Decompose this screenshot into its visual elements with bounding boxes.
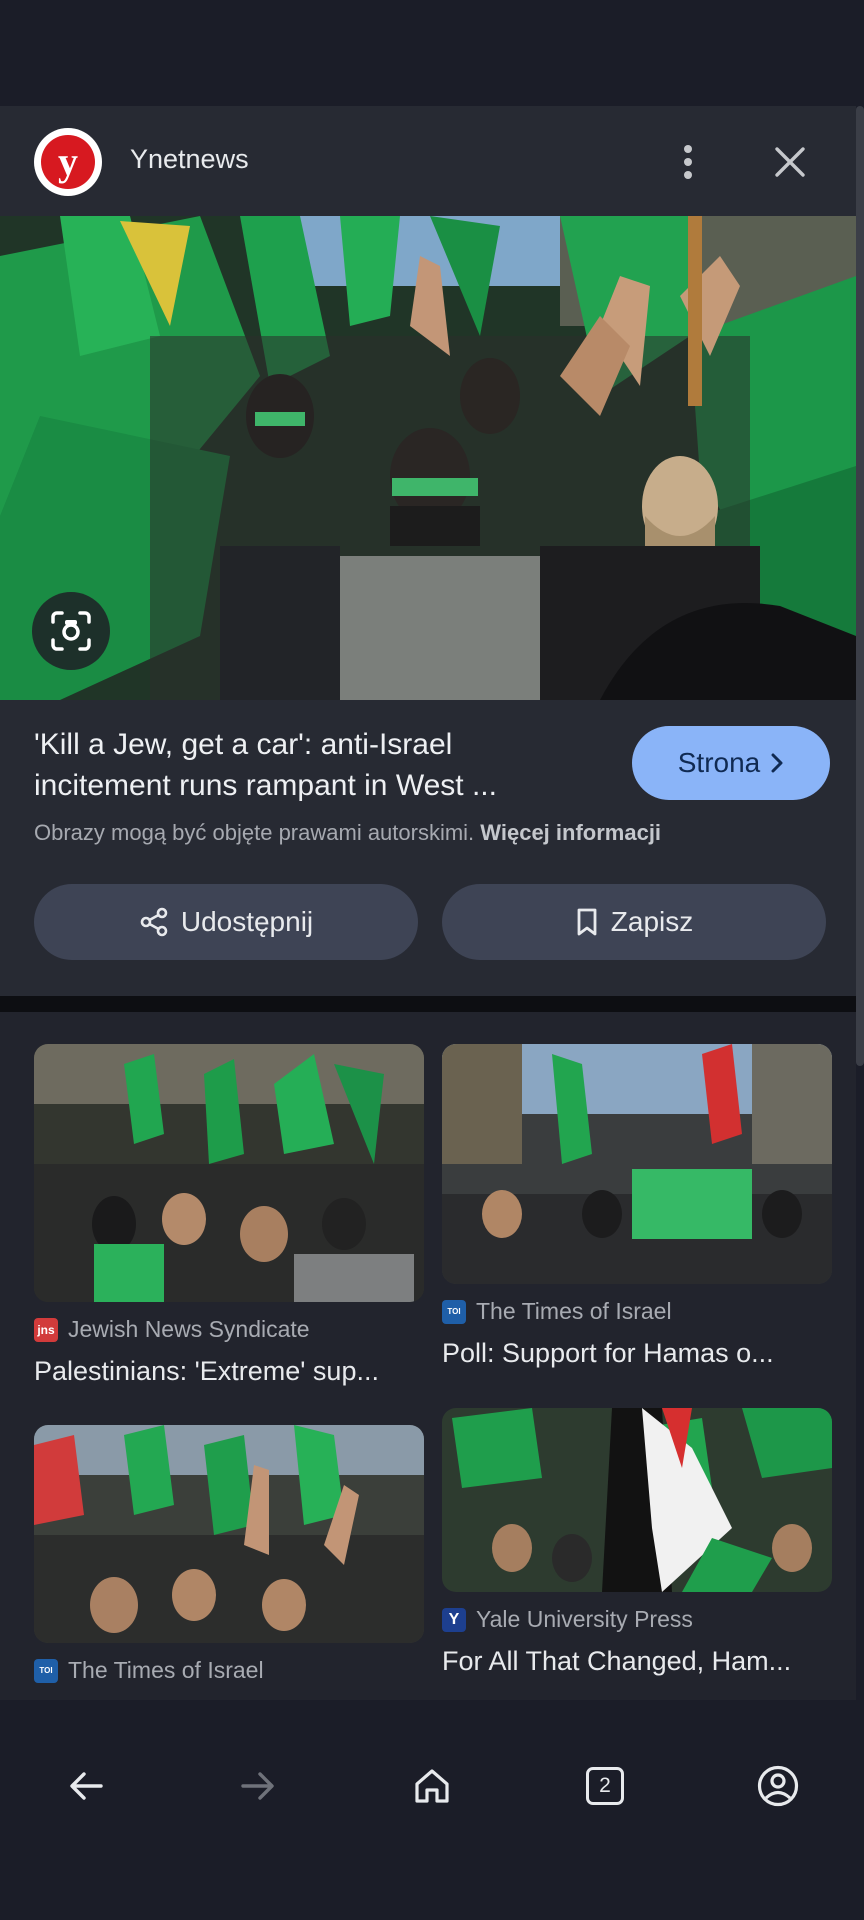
copyright-text: Obrazy mogą być objęte prawami autorskim… [34, 820, 475, 845]
jns-favicon-icon: jns [34, 1317, 58, 1342]
result-card[interactable]: Y Yale University Press For All That Cha… [442, 1408, 832, 1698]
forward-button[interactable] [228, 1756, 288, 1816]
source-name[interactable]: Ynetnews [130, 144, 249, 175]
result-source-name: Jewish News Syndicate [68, 1316, 310, 1342]
result-source-name: Yale University Press [476, 1606, 693, 1632]
related-results-grid: jns Jewish News Syndicate Palestinians: … [0, 1012, 856, 1700]
camera-lens-icon [51, 611, 91, 651]
main-image[interactable] [0, 216, 856, 700]
result-source-name: The Times of Israel [476, 1298, 672, 1324]
section-divider [0, 996, 856, 1012]
home-button[interactable] [402, 1756, 462, 1816]
result-source: jns Jewish News Syndicate [34, 1316, 310, 1343]
toi-favicon-icon: TOI [34, 1658, 58, 1683]
share-button[interactable]: Udostępnij [34, 884, 418, 960]
article-title-line-2: incitement runs rampant in West ... [34, 769, 497, 802]
scrollbar[interactable] [856, 106, 864, 1066]
result-thumbnail [442, 1044, 832, 1284]
result-title: For All That Changed, Ham... [442, 1646, 792, 1676]
more-options-button[interactable] [666, 134, 710, 190]
save-label: Zapisz [610, 906, 694, 937]
copyright-notice: Obrazy mogą być objęte prawami autorskim… [34, 820, 661, 846]
source-logo-letter: y [41, 135, 95, 189]
save-button[interactable]: Zapisz [442, 884, 826, 960]
account-circle-icon [757, 1765, 799, 1807]
crowd-with-flags-image [34, 1044, 424, 1302]
result-card[interactable]: jns Jewish News Syndicate Palestinians: … [34, 1044, 424, 1386]
close-button[interactable] [764, 134, 816, 190]
home-icon [415, 1769, 449, 1803]
result-source: TOI The Times of Israel [442, 1298, 672, 1325]
share-label: Udostępnij [180, 906, 314, 937]
toi-favicon-icon: TOI [442, 1299, 466, 1324]
result-source: Y Yale University Press [442, 1606, 693, 1633]
tab-switcher-button[interactable]: 2 [575, 1756, 635, 1816]
result-source: TOI The Times of Israel [34, 1657, 264, 1684]
visit-page-button[interactable]: Strona [632, 726, 830, 800]
arrow-back-icon [70, 1772, 103, 1800]
account-button[interactable] [748, 1756, 808, 1816]
result-card[interactable]: TOI The Times of Israel [34, 1425, 424, 1700]
more-info-link[interactable]: Więcej informacji [480, 820, 661, 845]
result-card[interactable]: TOI The Times of Israel Poll: Support fo… [442, 1044, 832, 1368]
result-title: Poll: Support for Hamas o... [442, 1338, 774, 1368]
article-title-line-1: 'Kill a Jew, get a car': anti-Israel [34, 728, 453, 761]
more-vert-icon [684, 145, 692, 179]
arrow-forward-icon [241, 1772, 274, 1800]
chevron-right-icon [771, 753, 783, 773]
visit-page-label: Strona [677, 747, 761, 778]
bookmark-icon [577, 908, 597, 936]
result-thumbnail [34, 1044, 424, 1302]
back-button[interactable] [56, 1756, 116, 1816]
browser-bottom-nav: 2 [0, 1700, 864, 1920]
tab-count-icon: 2 [586, 1767, 624, 1805]
share-icon [140, 907, 168, 937]
result-source-name: The Times of Israel [68, 1657, 264, 1683]
crowd-raised-hands-image [34, 1425, 424, 1643]
close-icon [775, 147, 805, 177]
image-preview-sheet: y Ynetnews 'Kill a Jew, get a car': anti… [0, 106, 856, 996]
result-thumbnail [34, 1425, 424, 1643]
status-bar-area [0, 0, 864, 106]
result-title: Palestinians: 'Extreme' sup... [34, 1356, 379, 1386]
source-logo: y [34, 128, 102, 196]
result-thumbnail [442, 1408, 832, 1592]
protest-crowd-image [0, 216, 856, 700]
crowd-with-banner-image [442, 1044, 832, 1284]
article-title[interactable]: 'Kill a Jew, get a car': anti-Israel inc… [34, 724, 594, 806]
yale-favicon-icon: Y [442, 1607, 466, 1632]
crowd-with-palestinian-flag-image [442, 1408, 832, 1592]
lens-search-button[interactable] [32, 592, 110, 670]
preview-header: y Ynetnews [0, 106, 856, 216]
